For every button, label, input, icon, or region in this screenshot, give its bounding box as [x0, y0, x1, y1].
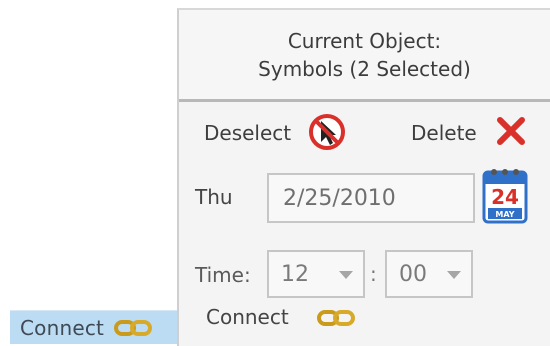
- chain-link-icon[interactable]: [317, 309, 355, 327]
- panel-connect-label[interactable]: Connect: [206, 305, 289, 329]
- delete-label[interactable]: Delete: [411, 121, 477, 145]
- deselect-label[interactable]: Deselect: [204, 121, 291, 145]
- panel-header: Current Object: Symbols (2 Selected): [179, 10, 550, 102]
- toolbar-connect-button[interactable]: Connect: [10, 310, 177, 344]
- calendar-day-text: 24: [491, 185, 519, 209]
- hour-value: 12: [281, 261, 309, 287]
- time-separator: :: [370, 262, 377, 286]
- date-input[interactable]: 2/25/2010: [267, 173, 475, 223]
- calendar-month-text: MAY: [495, 210, 514, 219]
- panel-title: Current Object:: [287, 28, 442, 53]
- chevron-down-icon[interactable]: [447, 271, 461, 279]
- chevron-down-icon[interactable]: [339, 271, 353, 279]
- deselect-cursor-icon[interactable]: [307, 112, 347, 152]
- hour-select[interactable]: 12: [267, 250, 365, 298]
- day-label: Thu: [195, 185, 233, 209]
- chain-link-icon: [114, 319, 153, 336]
- toolbar-connect-label: Connect: [20, 315, 105, 340]
- red-x-icon[interactable]: [494, 114, 528, 148]
- screen: Connect Current Object: Symbols (2 Selec…: [0, 0, 550, 346]
- calendar-icon[interactable]: 24 MAY: [482, 166, 528, 224]
- minute-select[interactable]: 00: [385, 250, 473, 298]
- panel-subtitle: Symbols (2 Selected): [258, 56, 471, 81]
- object-panel: Current Object: Symbols (2 Selected) Des…: [177, 8, 550, 346]
- minute-value: 00: [399, 261, 427, 287]
- time-label: Time:: [195, 263, 251, 287]
